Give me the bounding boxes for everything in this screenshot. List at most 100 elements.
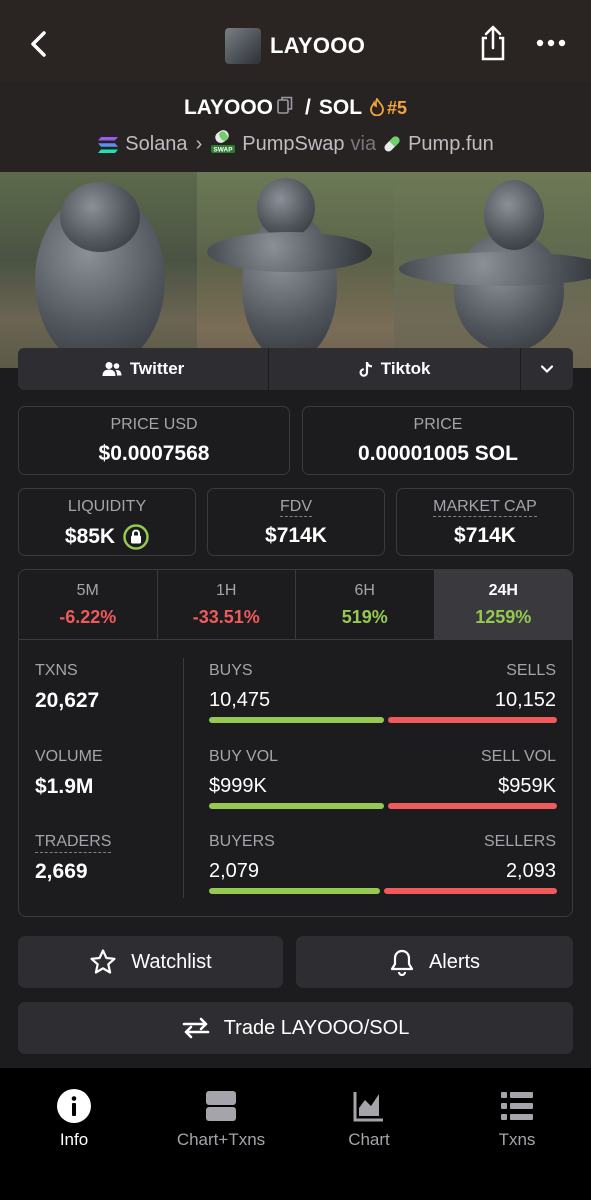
- buy-vol-label: BUY VOL: [209, 748, 279, 765]
- nav-label: Txns: [498, 1130, 536, 1149]
- share-button[interactable]: [478, 24, 508, 62]
- nav-label: Info: [59, 1130, 89, 1149]
- launchpad-link[interactable]: Pump.fun: [382, 133, 494, 155]
- pair-header: LAYOOO / SOL #5 Solana › SWAP PumpSwap via Pump.…: [0, 82, 591, 172]
- fdv-label[interactable]: FDV: [280, 498, 312, 517]
- sells-value: 10,152: [494, 689, 556, 711]
- price-usd-box: PRICE USD $0.0007568: [18, 406, 290, 475]
- watchlist-button[interactable]: Watchlist: [18, 936, 283, 988]
- stats-panel: 5M -6.22% 1H -33.51% 6H 519% 24H 1259% T…: [18, 569, 573, 917]
- alerts-button[interactable]: Alerts: [296, 936, 573, 988]
- twitter-button[interactable]: Twitter: [18, 348, 270, 390]
- nav-chart[interactable]: Chart: [295, 1088, 443, 1150]
- nav-label: Chart: [348, 1130, 390, 1149]
- traders-label[interactable]: TRADERS: [35, 833, 112, 853]
- banner-panel: [0, 172, 197, 368]
- pill-icon: [382, 134, 402, 160]
- tab-label: 6H: [354, 582, 375, 599]
- price-usd-value: $0.0007568: [98, 442, 210, 465]
- pair-separator: /: [305, 96, 311, 119]
- back-button[interactable]: [24, 28, 56, 60]
- traders-value: 2,669: [35, 860, 88, 883]
- info-icon: [57, 1089, 91, 1123]
- tab-6h[interactable]: 6H 519%: [296, 570, 435, 639]
- banner-panel: [394, 172, 591, 368]
- liquidity-box: LIQUIDITY $85K: [18, 488, 196, 556]
- trade-button[interactable]: Trade LAYOOO/SOL: [18, 1002, 573, 1054]
- chart-icon: [353, 1092, 383, 1122]
- chevron-down-icon: [540, 365, 554, 374]
- nav-label: Chart+Txns: [176, 1130, 266, 1149]
- stats-divider: [183, 658, 184, 898]
- fdv-value: $714K: [265, 524, 327, 547]
- users-icon: [102, 362, 122, 376]
- sellers-value: 2,093: [505, 860, 556, 882]
- chevron-left-icon: [31, 31, 46, 57]
- tiktok-button[interactable]: Tiktok: [269, 348, 522, 390]
- txns-label: TXNS: [35, 662, 78, 679]
- svg-text:SWAP: SWAP: [214, 147, 234, 154]
- base-symbol: LAYOOO: [183, 96, 274, 119]
- via-text: via: [350, 133, 377, 155]
- dex-name: PumpSwap: [242, 133, 345, 155]
- chain-link[interactable]: Solana: [97, 133, 188, 155]
- buy-vol-bar: [209, 803, 384, 809]
- tab-label: 5M: [76, 582, 99, 599]
- tiktok-icon: [359, 361, 372, 377]
- buyers-bar: [209, 888, 380, 894]
- pair-name: LAYOOO / SOL #5: [0, 96, 591, 120]
- star-icon: [90, 949, 116, 974]
- market-cap-value: $714K: [454, 524, 516, 547]
- nav-info[interactable]: Info: [0, 1088, 148, 1150]
- volume-value: $1.9M: [35, 775, 94, 798]
- chart-txns-icon: [206, 1091, 236, 1121]
- tab-24h[interactable]: 24H 1259%: [434, 570, 572, 639]
- txns-value: 20,627: [35, 689, 100, 712]
- price-native-label: PRICE: [413, 416, 463, 433]
- watchlist-label: Watchlist: [131, 950, 212, 973]
- banner-panel: [197, 172, 394, 368]
- bell-icon: [390, 949, 414, 976]
- swap-arrows-icon: [182, 1017, 209, 1039]
- nav-txns[interactable]: Txns: [443, 1088, 591, 1150]
- liquidity-value: $85K: [64, 525, 116, 548]
- buyers-label: BUYERS: [209, 833, 275, 850]
- buys-label: BUYS: [209, 662, 253, 679]
- trending-rank: #5: [370, 96, 407, 118]
- timeframe-tabs: 5M -6.22% 1H -33.51% 6H 519% 24H 1259%: [19, 570, 572, 640]
- trade-label: Trade LAYOOO/SOL: [223, 1016, 410, 1039]
- page-title: LAYOOO: [270, 33, 366, 58]
- more-options-button[interactable]: [535, 33, 567, 53]
- top-bar: LAYOOO: [0, 0, 591, 82]
- tab-change: -6.22%: [59, 607, 117, 627]
- alerts-label: Alerts: [428, 950, 481, 973]
- tab-change: 519%: [341, 607, 388, 627]
- sells-label: SELLS: [506, 662, 556, 679]
- solana-icon: [97, 136, 119, 160]
- tab-1h[interactable]: 1H -33.51%: [158, 570, 296, 639]
- fdv-box: FDV $714K: [207, 488, 385, 556]
- dex-link[interactable]: SWAP PumpSwap: [210, 130, 345, 155]
- share-icon: [481, 25, 505, 61]
- tiktok-label: Tiktok: [380, 359, 431, 378]
- launchpad-name: Pump.fun: [408, 133, 494, 155]
- pumpswap-icon: SWAP: [210, 130, 236, 160]
- buyers-value: 2,079: [209, 860, 260, 882]
- copy-button[interactable]: [277, 96, 293, 120]
- price-native-box: PRICE 0.00001005 SOL: [302, 406, 574, 475]
- sell-vol-value: $959K: [498, 775, 556, 797]
- tab-label: 24H: [488, 582, 518, 599]
- market-cap-box: MARKET CAP $714K: [396, 488, 574, 556]
- nav-chart-txns[interactable]: Chart+Txns: [147, 1088, 295, 1150]
- tab-5m[interactable]: 5M -6.22%: [19, 570, 158, 639]
- ellipsis-icon: [536, 39, 566, 47]
- market-cap-label[interactable]: MARKET CAP: [433, 498, 537, 517]
- tab-change: -33.51%: [192, 607, 260, 627]
- lock-icon[interactable]: [123, 524, 149, 550]
- more-socials-button[interactable]: [521, 348, 573, 390]
- token-title: LAYOOO: [225, 26, 365, 66]
- fdv-label-wrap: FDV: [208, 498, 384, 517]
- sell-vol-bar: [388, 803, 557, 809]
- twitter-label: Twitter: [129, 359, 185, 378]
- flame-icon: [370, 96, 384, 117]
